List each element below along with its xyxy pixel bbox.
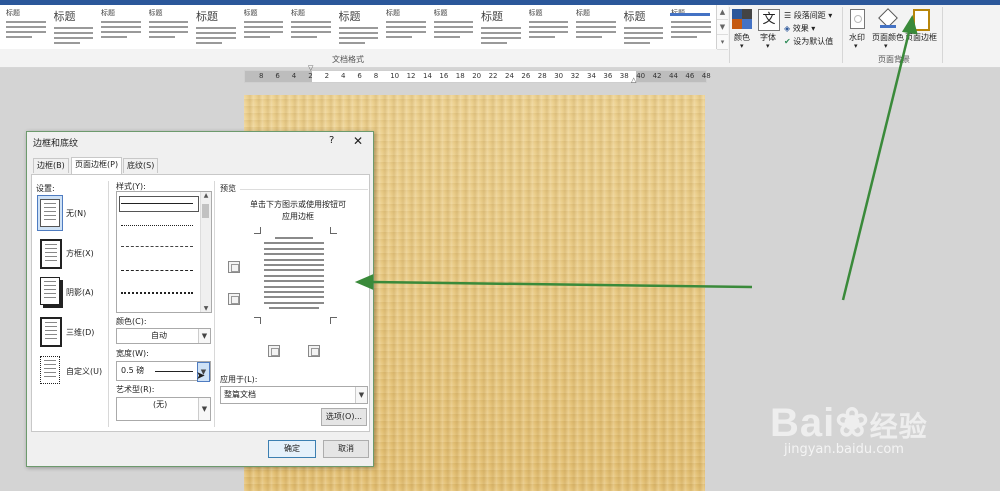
baidu-watermark: Bai❀经验 jingyan.baidu.com	[770, 400, 928, 457]
arrow-to-dialog-head	[354, 274, 374, 290]
watermark-brand-cn: 经验	[869, 411, 928, 442]
paw-icon: ❀	[835, 401, 870, 445]
arrow-to-page-borders-head	[901, 14, 918, 35]
arrow-to-page-borders	[841, 27, 912, 301]
arrow-to-dialog	[369, 280, 753, 289]
watermark-brand: Bai	[770, 401, 836, 445]
